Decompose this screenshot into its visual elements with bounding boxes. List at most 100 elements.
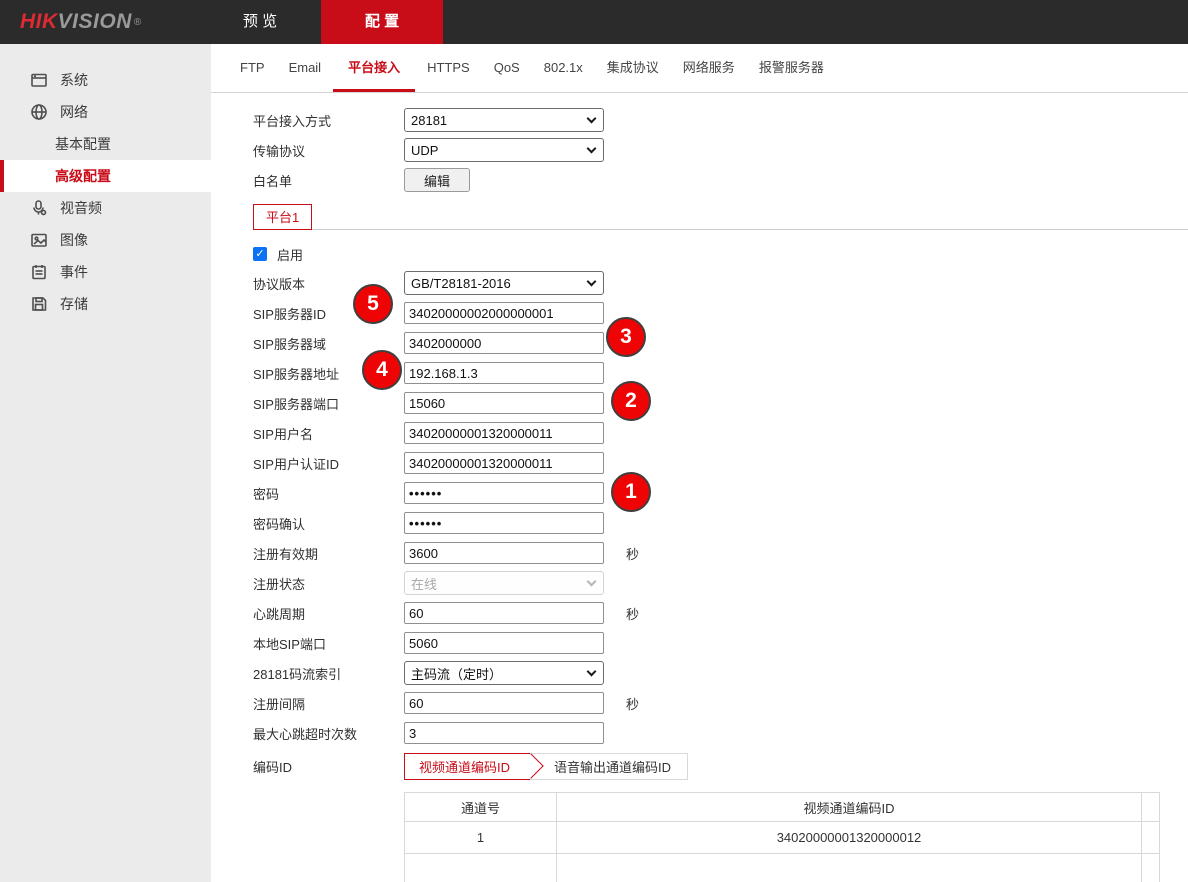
logo-vision: VISION: [58, 10, 132, 34]
nav-configuration[interactable]: 配 置: [321, 0, 443, 44]
whitelist-label: 白名单: [253, 171, 404, 190]
nav-preview[interactable]: 预 览: [199, 0, 321, 44]
encoding-id-tabs: 视频通道编码ID 语音输出通道编码ID: [404, 753, 688, 780]
channel-encoding-table: 通道号 视频通道编码ID 1 34020000001320000012: [404, 792, 1160, 882]
tab-audio-output-channel-encoding-id[interactable]: 语音输出通道编码ID: [538, 754, 687, 779]
chevron-down-icon: [587, 114, 597, 124]
sidebar-item-label: 事件: [60, 262, 88, 282]
tab-label: 语音输出通道编码ID: [554, 757, 671, 776]
local-sip-port-input[interactable]: [404, 632, 604, 654]
heartbeat-interval-label: 心跳周期: [253, 604, 404, 623]
register-interval-label: 注册间隔: [253, 694, 404, 713]
register-validity-input[interactable]: [404, 542, 604, 564]
sidebar-item-event[interactable]: 事件: [0, 256, 211, 288]
register-interval-input[interactable]: [404, 692, 604, 714]
empty-cell: [1142, 822, 1160, 854]
sidebar-item-label: 网络: [60, 102, 88, 122]
sip-server-domain-input[interactable]: [404, 332, 604, 354]
sidebar-item-label: 图像: [60, 230, 88, 250]
section-divider: [253, 229, 1188, 230]
channel-no-header: 通道号: [405, 793, 557, 822]
network-globe-icon: [30, 103, 48, 121]
register-status-value: 在线: [411, 574, 437, 593]
tab-https[interactable]: HTTPS: [415, 44, 482, 92]
enable-label: 启用: [277, 245, 303, 264]
max-heartbeat-timeout-input[interactable]: [404, 722, 604, 744]
system-window-icon: [30, 71, 48, 89]
tab-platform-access[interactable]: 平台接入: [333, 44, 415, 92]
sidebar-item-image[interactable]: 图像: [0, 224, 211, 256]
sip-username-input[interactable]: [404, 422, 604, 444]
image-icon: [30, 231, 48, 249]
channel-table-wrap: 通道号 视频通道编码ID 1 34020000001320000012: [404, 792, 1188, 882]
table-row: [405, 854, 1160, 882]
sip-username-label: SIP用户名: [253, 424, 404, 443]
sidebar-item-storage[interactable]: 存储: [0, 288, 211, 320]
empty-header: [1142, 793, 1160, 822]
settings-tabbar: FTP Email 平台接入 HTTPS QoS 802.1x 集成协议 网络服…: [211, 44, 1188, 93]
sidebar-item-label: 系统: [60, 70, 88, 90]
top-header: HIKVISION® 预 览 配 置: [0, 0, 1188, 44]
sip-server-port-input[interactable]: [404, 392, 604, 414]
video-encoding-id-header: 视频通道编码ID: [557, 793, 1142, 822]
tab-video-channel-encoding-id[interactable]: 视频通道编码ID: [404, 753, 530, 780]
storage-floppy-icon: [30, 295, 48, 313]
protocol-version-value: GB/T28181-2016: [411, 276, 511, 291]
sidebar-item-audio-video[interactable]: 视音频: [0, 192, 211, 224]
sidebar-item-system[interactable]: 系统: [0, 64, 211, 96]
annotation-badge-2: 2: [611, 381, 651, 421]
access-type-select[interactable]: 28181: [404, 108, 604, 132]
logo-hik: HIK: [20, 10, 58, 34]
sidebar-item-basic-config[interactable]: 基本配置: [0, 128, 211, 160]
tab-label: 视频通道编码ID: [419, 757, 510, 776]
heartbeat-interval-input[interactable]: [404, 602, 604, 624]
chevron-down-icon: [587, 277, 597, 287]
protocol-version-select[interactable]: GB/T28181-2016: [404, 271, 604, 295]
page: HIKVISION® 预 览 配 置 系统 网络 基本配置: [0, 0, 1188, 882]
annotation-badge-3: 3: [606, 317, 646, 357]
seconds-unit: 秒: [626, 544, 639, 563]
transport-protocol-value: UDP: [411, 143, 438, 158]
sip-server-id-input[interactable]: [404, 302, 604, 324]
transport-protocol-label: 传输协议: [253, 141, 404, 160]
sidebar-item-advanced-config[interactable]: 高级配置: [0, 160, 211, 192]
sidebar-item-label: 高级配置: [55, 166, 111, 186]
access-type-label: 平台接入方式: [253, 111, 404, 130]
sidebar: 系统 网络 基本配置 高级配置 视音频: [0, 44, 211, 882]
annotation-badge-4: 4: [362, 350, 402, 390]
tab-integration-protocol[interactable]: 集成协议: [595, 44, 671, 92]
password-confirm-input[interactable]: [404, 512, 604, 534]
register-validity-label: 注册有效期: [253, 544, 404, 563]
password-label: 密码: [253, 484, 404, 503]
transport-protocol-select[interactable]: UDP: [404, 138, 604, 162]
annotation-badge-5: 5: [353, 284, 393, 324]
main-content: FTP Email 平台接入 HTTPS QoS 802.1x 集成协议 网络服…: [211, 44, 1188, 882]
sip-auth-id-input[interactable]: [404, 452, 604, 474]
hikvision-logo: HIKVISION®: [0, 0, 199, 44]
register-status-select: 在线: [404, 571, 604, 595]
stream-index-select[interactable]: 主码流（定时）: [404, 661, 604, 685]
sidebar-item-network[interactable]: 网络: [0, 96, 211, 128]
tab-qos[interactable]: QoS: [482, 44, 532, 92]
enable-checkbox[interactable]: ✓: [253, 247, 267, 261]
tab-alarm-server[interactable]: 报警服务器: [747, 44, 836, 92]
annotation-badge-1: 1: [611, 472, 651, 512]
table-header-row: 通道号 视频通道编码ID: [405, 793, 1160, 822]
max-heartbeat-timeout-label: 最大心跳超时次数: [253, 724, 404, 743]
sidebar-item-label: 存储: [60, 294, 88, 314]
sip-server-port-label: SIP服务器端口: [253, 394, 404, 413]
tab-email[interactable]: Email: [277, 44, 334, 92]
microphone-icon: [30, 199, 48, 217]
access-type-value: 28181: [411, 113, 447, 128]
password-input[interactable]: [404, 482, 604, 504]
tab-platform-1[interactable]: 平台1: [253, 204, 312, 230]
whitelist-edit-button[interactable]: 编辑: [404, 168, 470, 192]
chevron-down-icon: [587, 667, 597, 677]
tab-ftp[interactable]: FTP: [228, 44, 277, 92]
chevron-down-icon: [587, 144, 597, 154]
tab-network-service[interactable]: 网络服务: [671, 44, 747, 92]
sip-server-address-input[interactable]: [404, 362, 604, 384]
tab-8021x[interactable]: 802.1x: [532, 44, 595, 92]
channel-no-cell: 1: [405, 822, 557, 854]
sidebar-item-label: 基本配置: [55, 134, 111, 154]
